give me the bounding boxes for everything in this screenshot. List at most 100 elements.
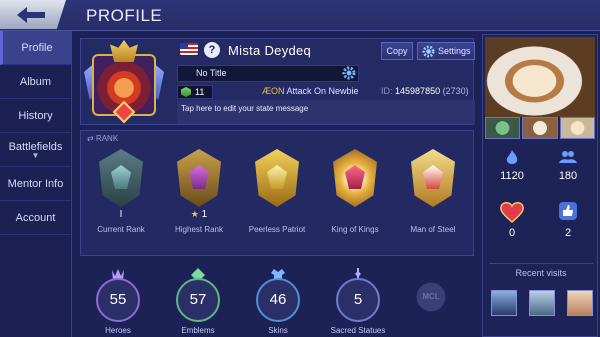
likes-stat[interactable]: 2 <box>539 201 597 239</box>
top-bar: PROFILE <box>0 0 600 31</box>
player-id-value: 145987850 <box>395 86 441 96</box>
album-thumbnail[interactable] <box>485 117 521 139</box>
chevron-down-icon: ▼ <box>31 150 40 160</box>
popularity-count: 0 <box>508 227 516 239</box>
rank-label: Man of Steel <box>410 225 456 234</box>
stat-label: Sacred Statues <box>330 326 386 335</box>
rank-stars: ★ 1 <box>161 209 237 223</box>
sidebar-item-album[interactable]: Album <box>0 65 71 99</box>
player-name: Mista Deydeq <box>228 43 312 58</box>
squad-info[interactable]: ÆON Attack On Newbie <box>262 86 359 96</box>
rank-tier <box>239 209 315 223</box>
recent-visits-header: Recent visits <box>489 263 593 278</box>
visitor-avatar[interactable] <box>529 290 555 316</box>
sidebar-item-label: Album <box>19 75 52 88</box>
cover-photo[interactable] <box>485 37 595 117</box>
question-mark-icon[interactable]: ? <box>204 42 220 58</box>
back-button[interactable] <box>0 0 66 29</box>
rank-tier: I <box>119 209 123 220</box>
rank-emblem-icon <box>99 149 143 207</box>
rank-item-highest[interactable]: ★ 1 Highest Rank <box>161 149 237 249</box>
stat-label: Emblems <box>181 326 215 335</box>
following-stat[interactable]: 180 <box>539 150 597 182</box>
crown-icon <box>110 40 138 62</box>
main-content: ? Mista Deydeq Copy Settings No Title 11… <box>76 34 478 337</box>
profile-card: ? Mista Deydeq Copy Settings No Title 11… <box>80 38 475 125</box>
sidebar-item-label: Profile <box>21 41 53 54</box>
mcl-badge-icon: MCL <box>406 272 456 322</box>
swap-icon: ⇄ <box>87 134 94 143</box>
rank-emblem-icon <box>333 149 377 207</box>
stat-label: Skins <box>268 326 288 335</box>
stat-skins[interactable]: 46 Skins <box>242 268 314 336</box>
rank-emblem-icon <box>255 149 299 207</box>
rank-section-header: ⇄ RANK <box>87 134 118 143</box>
sidebar-item-label: History <box>18 109 53 122</box>
heart-icon <box>500 202 524 223</box>
people-icon <box>559 151 577 163</box>
sidebar-item-label: Mentor Info <box>7 177 64 190</box>
player-title-field[interactable]: No Title <box>177 65 359 82</box>
rank-label: Highest Rank <box>174 225 224 234</box>
rank-item-current[interactable]: I Current Rank <box>83 149 159 249</box>
followers-stat[interactable]: 1120 <box>483 150 541 182</box>
rank-label: Current Rank <box>97 225 145 234</box>
sidebar-item-mentor-info[interactable]: Mentor Info <box>0 167 71 201</box>
visitor-avatar[interactable] <box>491 290 517 316</box>
album-thumbnail[interactable] <box>522 117 558 139</box>
rank-tier <box>395 209 471 223</box>
gear-icon[interactable] <box>342 66 356 80</box>
us-flag-icon[interactable] <box>180 43 198 55</box>
rank-item-man-of-steel[interactable]: Man of Steel <box>395 149 471 249</box>
album-thumbnail[interactable] <box>559 117 595 139</box>
state-message-text: Tap here to edit your state message <box>181 104 309 113</box>
rank-section: ⇄ RANK I Current Rank ★ 1 Highest Rank P… <box>80 130 474 256</box>
rank-emblem-icon <box>177 149 221 207</box>
stat-value: 46 <box>256 278 300 322</box>
sidebar: Profile Album History Battlefields ▼ Men… <box>0 31 72 337</box>
followers-count: 1120 <box>500 170 524 182</box>
flame-icon <box>506 150 518 164</box>
level-value: 11 <box>195 87 205 97</box>
page-title: PROFILE <box>86 6 163 25</box>
stat-emblems[interactable]: 57 Emblems <box>162 268 234 336</box>
recent-visitors <box>491 290 593 316</box>
player-server-id: (2730) <box>442 86 469 96</box>
stat-value: 55 <box>96 278 140 322</box>
sidebar-item-profile[interactable]: Profile <box>0 31 71 65</box>
rank-item-peerless-patriot[interactable]: Peerless Patriot <box>239 149 315 249</box>
sidebar-item-label: Account <box>15 211 56 224</box>
star-icon: ★ <box>190 209 199 219</box>
stat-value: 5 <box>336 278 380 322</box>
stat-value: 57 <box>176 278 220 322</box>
player-id-label: ID: <box>381 86 393 96</box>
following-count: 180 <box>558 170 578 182</box>
album-thumbnails <box>485 117 595 139</box>
sidebar-item-account[interactable]: Account <box>0 201 71 235</box>
settings-label: Settings <box>438 46 471 56</box>
stat-heroes[interactable]: 55 Heroes <box>82 268 154 336</box>
avatar[interactable] <box>84 40 164 124</box>
player-id: ID: 145987850 (2730) <box>381 86 469 96</box>
right-panel: 1120 180 0 2 Recent visits <box>482 34 598 337</box>
popularity-stat[interactable]: 0 <box>483 201 541 239</box>
sidebar-item-battlefields[interactable]: Battlefields ▼ <box>0 133 71 167</box>
player-title-text: No Title <box>196 68 227 78</box>
sidebar-item-history[interactable]: History <box>0 99 71 133</box>
back-arrow-icon <box>17 7 45 23</box>
rank-header-label: RANK <box>95 134 119 143</box>
rank-star-count: 1 <box>201 209 208 220</box>
thumbs-up-icon <box>559 202 577 220</box>
rank-label: King of Kings <box>331 225 379 234</box>
level-badge: 11 <box>177 85 213 99</box>
stat-sacred-statues[interactable]: 5 Sacred Statues <box>322 268 394 336</box>
stat-label: Heroes <box>105 326 131 335</box>
stats-section: 55 Heroes 57 Emblems 46 Skins 5 Sacred S… <box>80 256 474 337</box>
rank-item-king-of-kings[interactable]: King of Kings <box>317 149 393 249</box>
state-message-field[interactable]: Tap here to edit your state message <box>177 100 475 124</box>
visitor-avatar[interactable] <box>567 290 593 316</box>
copy-button[interactable]: Copy <box>381 42 413 60</box>
likes-count: 2 <box>564 227 572 239</box>
settings-button[interactable]: Settings <box>417 42 475 60</box>
gear-icon <box>422 45 435 58</box>
